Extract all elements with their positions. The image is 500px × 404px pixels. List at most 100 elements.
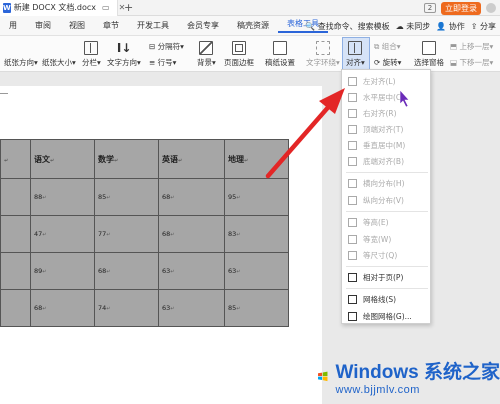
menu-item-align-top[interactable]: 顶端对齐(T) <box>342 121 430 137</box>
table-cell[interactable]: 85↵ <box>224 289 289 327</box>
sync-status[interactable]: ☁ 未同步 <box>396 21 431 32</box>
table-cell[interactable]: 68↵ <box>94 252 159 290</box>
same-height-icon <box>348 217 357 227</box>
cell-end-mark: ↵ <box>170 195 175 201</box>
table-cell[interactable]: 83↵ <box>224 215 289 253</box>
separator-button[interactable]: ⊟ 分隔符▾ <box>149 41 184 52</box>
combine-label: 组合 <box>381 42 397 51</box>
search-label: 查找命令、搜索模板 <box>317 21 390 31</box>
table-cell[interactable]: 68↵ <box>30 289 95 327</box>
columns-label: 分栏 <box>82 58 97 67</box>
table-cell[interactable]: 74↵ <box>94 289 159 327</box>
table-cell[interactable] <box>0 215 31 253</box>
menu-item-chapter[interactable]: 章节 <box>94 20 128 31</box>
text-wrap-button[interactable]: 文字环绕▾ <box>306 41 340 68</box>
combine-button[interactable]: ⧉ 组合▾ <box>374 41 401 52</box>
table-cell[interactable]: 68↵ <box>158 178 225 216</box>
share-button[interactable]: ⇪ 分享 <box>471 21 496 32</box>
table-cell[interactable]: 88↵ <box>30 178 95 216</box>
table-cell[interactable] <box>0 178 31 216</box>
menu-item-align-middle[interactable]: 垂直居中(M) <box>342 137 430 153</box>
table-cell[interactable]: 89↵ <box>30 252 95 290</box>
gridlines-icon <box>348 294 357 304</box>
manuscript-icon <box>273 41 287 55</box>
table-cell[interactable]: 63↵ <box>224 252 289 290</box>
menu-item-label: 左对齐(L) <box>363 76 396 86</box>
table-cell[interactable] <box>0 252 31 290</box>
login-button[interactable]: 立即登录 <box>441 1 481 15</box>
monitor-icon[interactable]: ▭ <box>99 3 113 12</box>
menu-item-view[interactable]: 视图 <box>60 20 94 31</box>
table-row: 47↵ 77↵ 68↵ 83↵ <box>0 215 289 253</box>
menu-item-align-right[interactable]: 右对齐(R) <box>342 105 430 121</box>
page-count-badge[interactable]: 2 <box>424 3 436 13</box>
align-icon <box>348 41 363 55</box>
cell-end-mark: ↵ <box>236 195 241 201</box>
menu-bar: 用 审阅 视图 章节 开发工具 会员专享 稿壳资源 表格工具 🔍 查找命令、搜索… <box>0 16 500 36</box>
line-number-button[interactable]: ≡ 行号▾ <box>149 57 176 68</box>
table-cell[interactable]: ↵ <box>0 139 31 179</box>
table-cell[interactable]: 95↵ <box>224 178 289 216</box>
columns-button[interactable]: 分栏▾ <box>82 41 101 68</box>
menu-item-gridlines[interactable]: 网格线(S) <box>342 291 430 307</box>
page-border-icon <box>232 41 246 55</box>
menu-item-same-height[interactable]: 等高(E) <box>342 214 430 230</box>
menu-item-relative-to-page[interactable]: 相对于页(P) <box>342 269 430 285</box>
table-cell[interactable]: 语文↵ <box>30 139 95 179</box>
table-cell[interactable] <box>0 289 31 327</box>
menu-item-align-left[interactable]: 左对齐(L) <box>342 73 430 89</box>
background-button[interactable]: 背景▾ <box>197 41 216 68</box>
select-pane-icon <box>422 41 436 55</box>
cell-end-mark: ↵ <box>42 232 47 238</box>
cell-end-mark: ↵ <box>106 232 111 238</box>
menu-item-member[interactable]: 会员专享 <box>178 20 228 31</box>
table-cell[interactable]: 68↵ <box>158 215 225 253</box>
separator-label: 分隔符 <box>157 42 181 51</box>
table-cell[interactable]: 地理↵ <box>224 139 289 179</box>
menu-item-developer[interactable]: 开发工具 <box>128 20 178 31</box>
align-label: 对齐 <box>346 58 361 67</box>
menu-item-align-center[interactable]: 水平居中(C) <box>342 89 430 105</box>
menu-item-same-size[interactable]: 等尺寸(Q) <box>342 247 430 263</box>
menu-item-drawing-grid[interactable]: 绘图网格(G)... <box>342 308 430 324</box>
table-cell[interactable]: 63↵ <box>158 252 225 290</box>
menu-item-review[interactable]: 审阅 <box>26 20 60 31</box>
table-row: 68↵ 74↵ 63↵ 85↵ <box>0 289 289 327</box>
table-cell[interactable]: 47↵ <box>30 215 95 253</box>
table-cell[interactable]: 数学↵ <box>94 139 159 179</box>
table-cell[interactable]: 85↵ <box>94 178 159 216</box>
menu-item-distribute-horizontal[interactable]: 横向分布(H) <box>342 175 430 191</box>
paper-direction-button[interactable]: 纸张方向▾ <box>4 41 38 141</box>
menu-item-start[interactable]: 用 <box>0 20 26 31</box>
table-cell[interactable]: 77↵ <box>94 215 159 253</box>
page-border-button[interactable]: 页面边框 <box>224 41 254 68</box>
align-button[interactable]: 对齐▾ <box>346 41 365 68</box>
rotate-label: 旋转 <box>382 58 398 67</box>
avatar[interactable] <box>486 3 496 13</box>
text-direction-button[interactable]: I↓ 文字方向▾ <box>107 41 141 68</box>
collab-button[interactable]: 👤 协作 <box>436 21 465 32</box>
search-command[interactable]: 🔍 查找命令、搜索模板 <box>305 21 390 32</box>
grade-table[interactable]: ↵ 语文↵ 数学↵ 英语↵ 地理↵ 88↵ 85↵ 68↵ 95↵ 47↵ 77… <box>0 139 289 327</box>
table-cell[interactable]: 63↵ <box>158 289 225 327</box>
menu-item-align-bottom[interactable]: 底端对齐(B) <box>342 153 430 169</box>
text-direction-label: 文字方向 <box>107 58 137 67</box>
document-tab[interactable]: W 新建 DOCX 文档.docx ▭ ✕ <box>0 0 125 16</box>
menu-item-label: 底端对齐(B) <box>363 156 404 166</box>
menu-item-resources[interactable]: 稿壳资源 <box>228 20 278 31</box>
move-up-button[interactable]: ⬒ 上移一层▾ <box>450 41 493 52</box>
paper-size-button[interactable]: 纸张大小▾ <box>42 41 76 141</box>
table-cell[interactable]: 英语↵ <box>158 139 225 179</box>
menu-item-label: 垂直居中(M) <box>363 140 406 150</box>
watermark: Windows 系统之家 www.bjjmlv.com <box>316 352 500 400</box>
rotate-button[interactable]: ⟳ 旋转▾ <box>374 57 401 68</box>
manuscript-button[interactable]: 稿纸设置 <box>265 41 295 68</box>
document-tab-title: 新建 DOCX 文档.docx <box>13 3 96 12</box>
menu-item-same-width[interactable]: 等宽(W) <box>342 231 430 247</box>
new-tab-button[interactable]: + <box>124 1 133 14</box>
cell-end-mark: ↵ <box>170 269 175 275</box>
select-pane-button[interactable]: 选择窗格 <box>414 41 444 68</box>
menu-item-distribute-vertical[interactable]: 纵向分布(V) <box>342 192 430 208</box>
move-down-button[interactable]: ⬓ 下移一层▾ <box>450 57 493 68</box>
distribute-vertical-icon <box>348 195 357 205</box>
